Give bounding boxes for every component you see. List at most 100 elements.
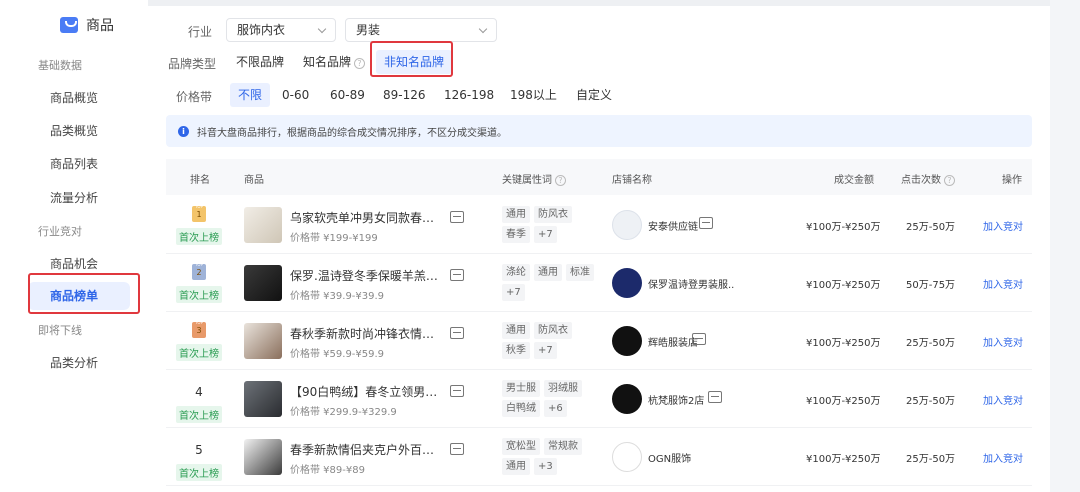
deal-amount: ¥100万-¥250万 [806,338,881,349]
rank-cell: 1 首次上榜 [174,204,224,245]
deal-amount: ¥100万-¥250万 [806,396,881,407]
sidebar-item-product-opportunity[interactable]: 商品机会 [50,255,98,272]
shop-name[interactable]: 辉皓服装店 [648,334,698,349]
price-option-custom[interactable]: 自定义 [568,83,620,107]
price-option-any[interactable]: 不限 [230,83,271,107]
attr-tag[interactable]: +6 [544,400,567,417]
sidebar-item-category-overview[interactable]: 品类概览 [50,122,98,139]
sidebar-item-product-overview[interactable]: 商品概览 [50,89,98,106]
attr-tag: 男士服 [502,380,540,397]
add-competitor-button[interactable]: 加入竞对 [983,276,1023,291]
click-count: 25万-50万 [906,396,956,407]
attr-tag: 通用 [502,322,530,339]
attribute-tags: 涤纶 通用 标准 +7 [502,264,597,301]
brand-option-any[interactable]: 不限品牌 [228,50,292,74]
qr-code-icon[interactable] [450,385,464,397]
price-option-60-89[interactable]: 60-89 [322,83,373,107]
help-icon[interactable]: ? [555,175,566,186]
attr-tag: 通用 [502,206,530,223]
price-option-198-plus[interactable]: 198以上 [502,83,565,107]
sidebar-item-category-analysis[interactable]: 品类分析 [50,354,98,371]
chevron-down-icon [478,24,488,34]
brand-type-label: 品牌类型 [168,57,217,71]
attribute-tags: 男士服 羽绒服 白鸭绒 +6 [502,380,597,417]
col-product: 商品 [244,175,264,186]
attr-tag: 通用 [534,264,562,281]
table-row: 2 首次上榜 保罗.温诗登冬季保暖羊羔绒棉… 价格带 ¥39.9-¥39.9 涤… [166,254,1032,312]
help-icon[interactable]: ? [944,175,955,186]
attr-tag: 涤纶 [502,264,530,281]
shop-name[interactable]: 安泰供应链 [648,218,698,233]
shop-logo [612,442,642,472]
shop-name[interactable]: 杭梵服饰2店 [648,392,704,407]
attr-tag: 宽松型 [502,438,540,455]
deal-amount: ¥100万-¥250万 [806,222,881,233]
attr-tag: 防风衣 [534,322,572,339]
price-option-0-60[interactable]: 0-60 [274,83,317,107]
brand-option-famous-label: 知名品牌 [303,55,352,69]
price-option-126-198[interactable]: 126-198 [436,83,502,107]
product-name[interactable]: 【90白鸭绒】春冬立领男女同… [290,383,445,400]
rank-cell: 5 首次上榜 [174,442,224,481]
attr-tag[interactable]: +7 [534,226,557,243]
attr-tag: 通用 [502,458,530,475]
add-competitor-button[interactable]: 加入竞对 [983,334,1023,349]
shop-logo [612,384,642,414]
qr-code-icon[interactable] [699,217,713,229]
qr-code-icon[interactable] [708,391,722,403]
qr-code-icon[interactable] [692,333,706,345]
industry-select[interactable]: 服饰内衣 [226,18,336,42]
subindustry-select[interactable]: 男装 [345,18,497,42]
shop-logo [612,268,642,298]
add-competitor-button[interactable]: 加入竞对 [983,392,1023,407]
highlight-box [28,273,140,314]
chevron-down-icon [317,24,327,34]
first-listed-tag: 首次上榜 [176,286,222,303]
brand-option-famous[interactable]: 知名品牌? [295,50,373,74]
col-clicks[interactable]: 点击次数? [901,171,955,186]
sidebar-item-product-list[interactable]: 商品列表 [50,155,98,172]
attr-tag[interactable]: +7 [502,284,525,301]
top-strip [148,0,1050,6]
add-competitor-button[interactable]: 加入竞对 [983,450,1023,465]
sidebar-header[interactable]: 商品 [60,13,114,37]
shopping-bag-icon [60,17,78,33]
shop-name[interactable]: 保罗温诗登男装服... [648,276,734,291]
attr-tag[interactable]: +7 [534,342,557,359]
table-row: 4 首次上榜 【90白鸭绒】春冬立领男女同… 价格带 ¥299.9-¥329.9… [166,370,1032,428]
attr-tag: 白鸭绒 [502,400,540,417]
qr-code-icon[interactable] [450,327,464,339]
sidebar-item-traffic-analysis[interactable]: 流量分析 [50,189,98,206]
qr-code-icon[interactable] [450,211,464,223]
notice-text: 抖音大盘商品排行，根据商品的综合成交情况排序，不区分成交渠道。 [197,127,507,139]
price-option-89-126[interactable]: 89-126 [375,83,434,107]
product-thumbnail[interactable] [244,323,282,359]
shop-name[interactable]: OGN服饰 [648,450,691,465]
product-name[interactable]: 春秋季新款时尚冲锋衣情侣外… [290,325,445,342]
product-name[interactable]: 春季新款情侣夹克户外百搭防… [290,441,445,458]
product-thumbnail[interactable] [244,265,282,301]
col-amount[interactable]: 成交金额 [834,171,874,186]
add-competitor-button[interactable]: 加入竞对 [983,218,1023,233]
product-thumbnail[interactable] [244,207,282,243]
rank-number: 4 [195,385,203,399]
subindustry-select-value: 男装 [356,23,381,37]
sidebar: 商品 基础数据 商品概览 品类概览 商品列表 流量分析 行业竞对 商品机会 商品… [0,0,148,492]
table-row: 1 首次上榜 乌家软壳单冲男女同款春季户… 价格带 ¥199-¥199 通用 防… [166,196,1032,254]
click-count: 25万-50万 [906,222,956,233]
sidebar-group-label: 行业竞对 [38,225,82,238]
rank-number: 5 [195,443,203,457]
product-name[interactable]: 保罗.温诗登冬季保暖羊羔绒棉… [290,267,445,284]
shop-logo [612,326,642,356]
attr-tag: 标准 [566,264,594,281]
help-icon[interactable]: ? [354,58,366,69]
click-count: 25万-50万 [906,338,956,349]
shop-logo [612,210,642,240]
qr-code-icon[interactable] [450,443,464,455]
qr-code-icon[interactable] [450,269,464,281]
product-thumbnail[interactable] [244,381,282,417]
attr-tag[interactable]: +3 [534,458,557,475]
product-thumbnail[interactable] [244,439,282,475]
product-name[interactable]: 乌家软壳单冲男女同款春季户… [290,209,445,226]
main-panel: 行业 服饰内衣 男装 品牌类型 不限品牌 知名品牌? 非知名品牌 价格带 不限 … [148,0,1050,492]
